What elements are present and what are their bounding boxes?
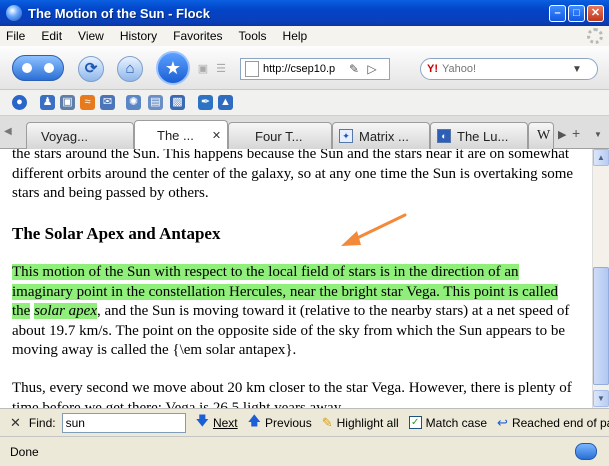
em-solar-apex: solar apex [34, 303, 97, 319]
find-previous-button[interactable]: 🡅 Previous [248, 412, 312, 434]
tab-label: The Lu... [457, 128, 509, 144]
tab-strip: ◀ Voyag... The ... ✕ Four T... ✦ Matrix … [0, 116, 609, 150]
tab-voyager[interactable]: Voyag... [26, 122, 134, 149]
paragraph-solar-apex: This motion of the Sun with respect to t… [12, 263, 577, 361]
feed-icon[interactable]: ☰ [214, 62, 228, 76]
paragraph-orbits: the stars around the Sun. This happens b… [12, 149, 574, 201]
back-forward-icon[interactable] [12, 55, 64, 81]
navigation-toolbar: ⟳ ⌂ ★ ▣ ☰ ✎ ▷ Y! ▼ [0, 46, 609, 90]
shelf-icon[interactable]: ▩ [170, 95, 185, 110]
loading-throbber-icon [587, 28, 603, 44]
photo-icon[interactable]: ▣ [60, 95, 75, 110]
matrix-favicon-icon: ✦ [339, 129, 353, 143]
search-dropdown-icon[interactable]: ▼ [572, 64, 582, 75]
flock-sidebar-icon[interactable]: ● [12, 95, 27, 110]
title-bar: The Motion of the Sun - Flock – □ ✕ [0, 0, 609, 26]
match-case-checkbox[interactable]: ✓ Match case [408, 416, 487, 430]
tab-label: Voyag... [41, 128, 88, 144]
menu-edit[interactable]: Edit [41, 29, 62, 43]
tab-label: Matrix ... [359, 128, 409, 144]
blog-this-icon[interactable]: ✎ [345, 60, 363, 78]
tab-label: W [537, 128, 551, 143]
scroll-up-icon[interactable]: ▲ [593, 149, 609, 166]
favorite-star-button[interactable]: ★ [156, 51, 190, 85]
find-input[interactable] [61, 412, 186, 433]
paragraph-vega: Thus, every second we move about 20 km c… [12, 380, 572, 408]
lunar-favicon-icon: ◐ [437, 129, 451, 143]
menu-tools[interactable]: Tools [239, 29, 267, 43]
tab-the-lunar[interactable]: ◐ The Lu... [430, 122, 528, 149]
up-arrow-icon: 🡅 [247, 412, 262, 428]
window-title: The Motion of the Sun - Flock [28, 5, 210, 21]
chat-bubble-icon[interactable] [575, 443, 597, 460]
search-box: Y! ▼ [420, 58, 598, 80]
scroll-down-icon[interactable]: ▼ [593, 390, 609, 407]
find-bar: ✕ Find: 🡇 Next 🡅 Previous ✎ Highlight al… [0, 408, 609, 436]
menu-bar: File Edit View History Favorites Tools H… [0, 26, 609, 46]
wrapped-info-icon: ↩ [497, 414, 508, 430]
find-status: ↩ Reached end of page [497, 414, 609, 430]
vertical-scrollbar[interactable]: ▲ ▼ [592, 149, 609, 408]
menu-help[interactable]: Help [283, 29, 308, 43]
close-find-bar-icon[interactable]: ✕ [10, 415, 21, 431]
rss-icon[interactable]: ≈ [80, 95, 95, 110]
people-icon[interactable]: ♟ [40, 95, 55, 110]
tab-scroll-right-icon[interactable]: ▶ [558, 128, 566, 141]
tab-matrix[interactable]: ✦ Matrix ... [332, 122, 430, 149]
flock-app-icon [6, 5, 22, 21]
tab-motion-of-sun[interactable]: The ... ✕ [134, 120, 228, 150]
menu-favorites[interactable]: Favorites [173, 29, 222, 43]
menu-history[interactable]: History [120, 29, 157, 43]
find-next-button[interactable]: 🡇 Next [196, 412, 238, 434]
tab-scroll-left-icon[interactable]: ◀ [4, 126, 12, 137]
page-icon [245, 61, 259, 77]
share-icon[interactable]: ▣ [196, 62, 210, 76]
search-input[interactable] [442, 63, 572, 75]
status-text: Done [10, 444, 39, 459]
address-bar: ✎ ▷ [240, 58, 390, 80]
orange-arrow-annotation [341, 213, 407, 246]
checkbox-checked-icon: ✓ [408, 416, 422, 429]
tab-list-icon[interactable]: ▼ [594, 130, 602, 139]
reload-button[interactable]: ⟳ [78, 56, 104, 82]
home-button[interactable]: ⌂ [117, 56, 143, 82]
page-content: the stars around the Sun. This happens b… [0, 149, 592, 408]
go-arrow-icon[interactable]: ▷ [363, 60, 381, 78]
clipboard-icon[interactable]: ▤ [148, 95, 163, 110]
maximize-button[interactable]: □ [568, 4, 585, 22]
highlight-all-button[interactable]: ✎ Highlight all [322, 415, 399, 431]
url-input[interactable] [263, 63, 345, 75]
minimize-button[interactable]: – [549, 4, 566, 22]
menu-file[interactable]: File [6, 29, 25, 43]
close-window-button[interactable]: ✕ [587, 4, 604, 22]
new-tab-plus-icon[interactable]: + [572, 125, 580, 141]
yahoo-search-icon[interactable]: Y! [427, 63, 438, 75]
status-bar: Done [0, 436, 609, 466]
menu-view[interactable]: View [78, 29, 104, 43]
upload-icon[interactable]: ▲ [218, 95, 233, 110]
highlighter-icon: ✎ [321, 414, 333, 430]
tab-label: Four T... [255, 128, 303, 144]
find-label: Find: [28, 415, 56, 430]
tab-close-icon[interactable]: ✕ [212, 129, 221, 142]
mail-icon[interactable]: ✉ [100, 95, 115, 110]
tab-label: The ... [157, 128, 194, 143]
down-arrow-icon: 🡇 [195, 412, 209, 428]
tab-wikipedia[interactable]: W [528, 122, 554, 149]
tab-four[interactable]: Four T... [228, 122, 332, 149]
section-heading: The Solar Apex and Antapex [12, 224, 221, 243]
blog-editor-icon[interactable]: ✒ [198, 95, 213, 110]
tools-icon[interactable]: ✺ [126, 95, 141, 110]
scroll-thumb[interactable] [593, 267, 609, 385]
people-toolbar: ● ♟ ▣ ≈ ✉ ✺ ▤ ▩ ✒ ▲ [0, 90, 609, 116]
